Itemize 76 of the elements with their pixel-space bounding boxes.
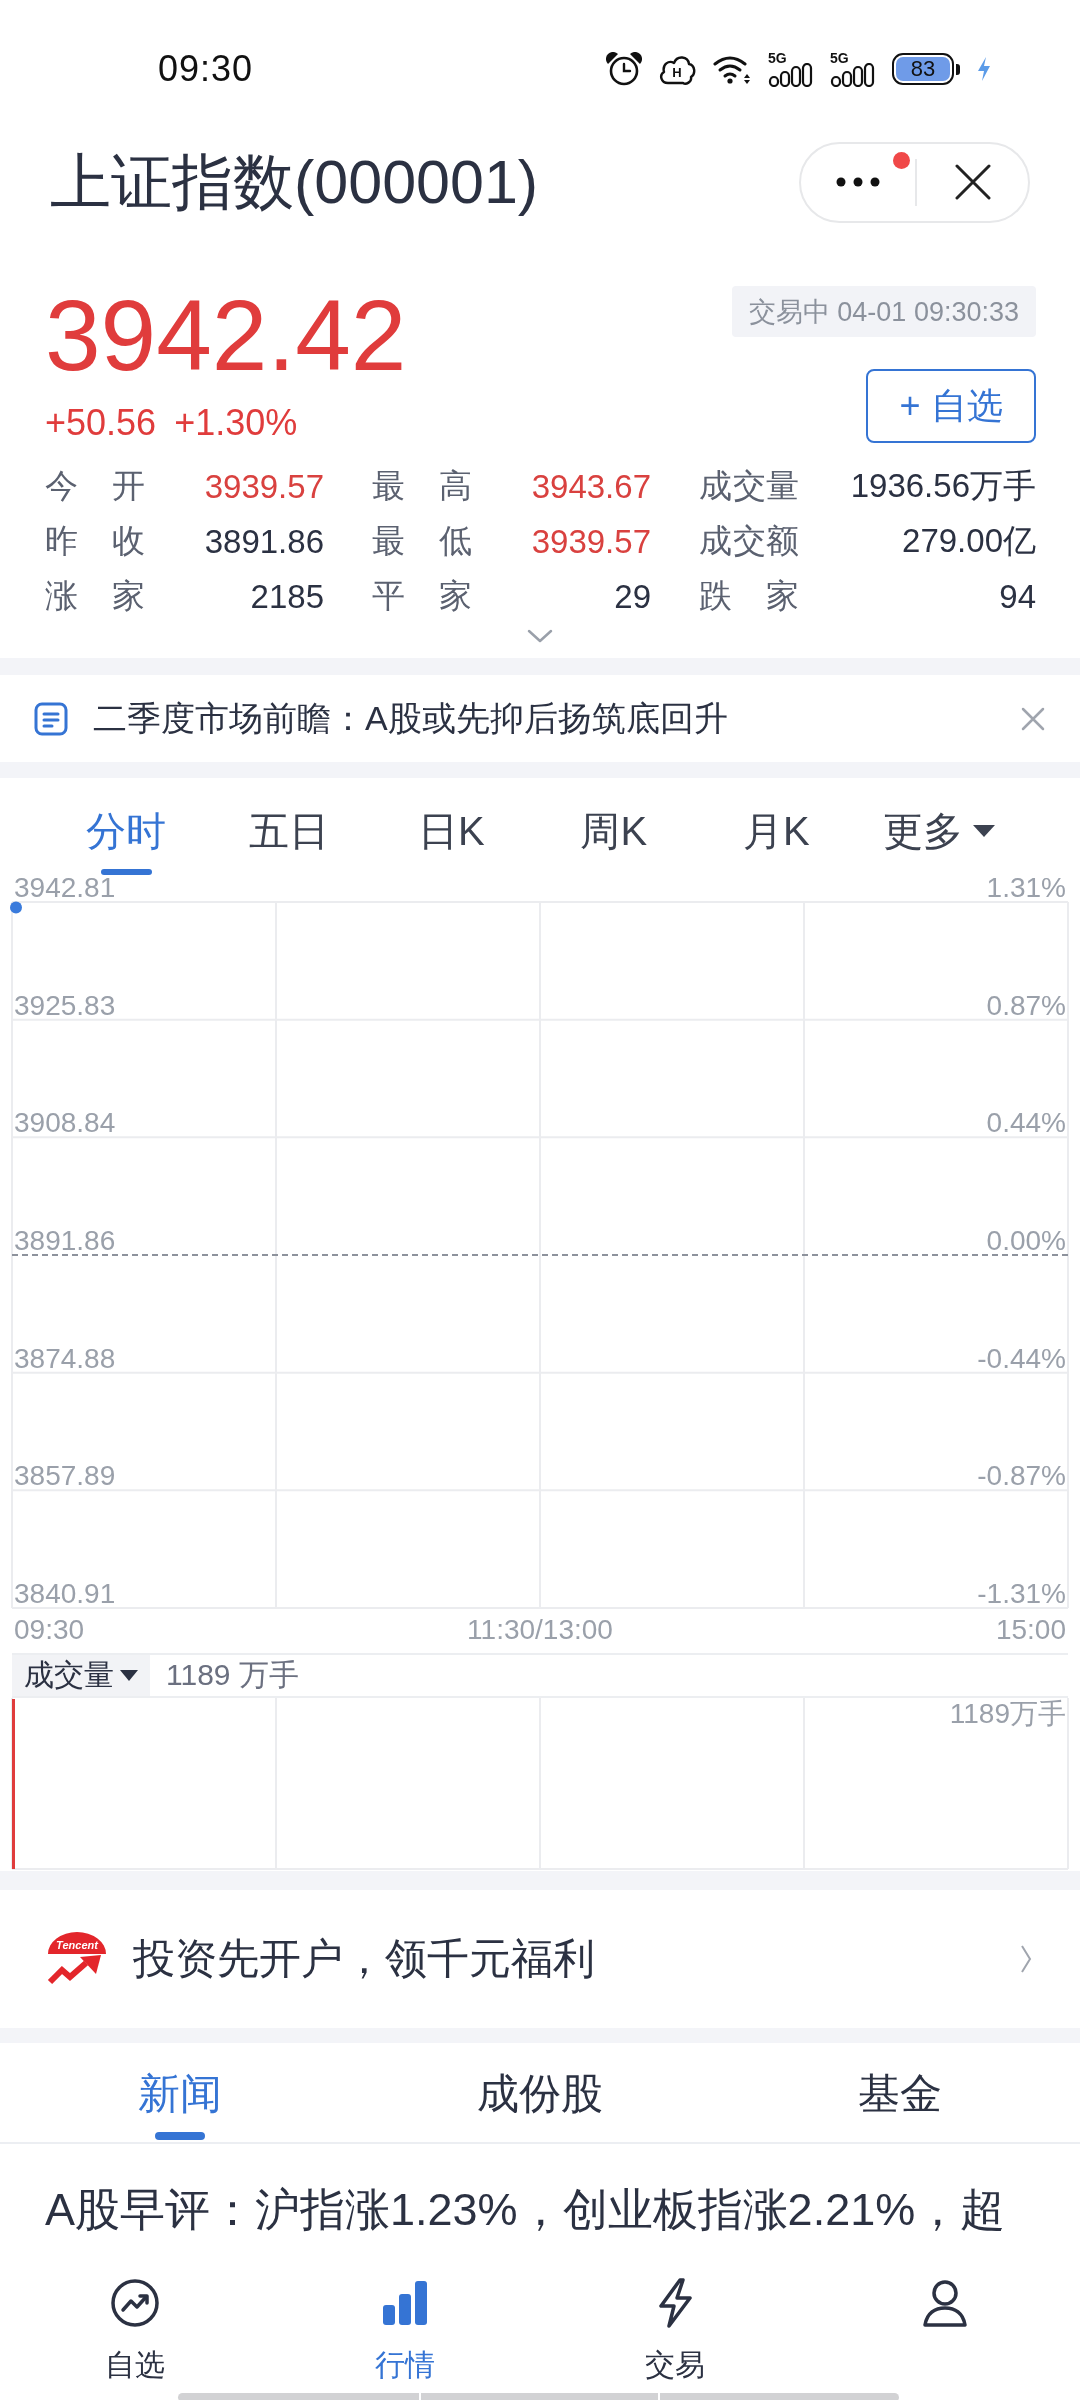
- nav-tab[interactable]: 交易: [645, 2277, 705, 2383]
- nav-tab[interactable]: 自选: [105, 2277, 165, 2383]
- news-tab[interactable]: 新闻: [138, 2068, 222, 2120]
- time-axis-label: 09:30: [14, 1614, 85, 1645]
- indicator-dropdown[interactable]: 成交量: [12, 1655, 150, 1696]
- stat-value: 29: [613, 577, 651, 616]
- percent-axis-label: -0.87%: [977, 1460, 1066, 1492]
- price-axis-label: 3840.91: [14, 1578, 116, 1609]
- price-axis-label: 3891.86: [14, 1225, 116, 1256]
- price-change: +50.56: [45, 403, 157, 443]
- stat-value: 3943.67: [530, 467, 651, 506]
- chart-tab[interactable]: 五日: [248, 807, 329, 855]
- status-time: 09:30: [158, 48, 254, 90]
- volume-reading: 1189 万手: [166, 1657, 299, 1693]
- chart-tab[interactable]: 日K: [417, 807, 485, 855]
- price-axis-label: 3925.83: [14, 989, 116, 1021]
- document-icon: [34, 701, 68, 736]
- stat-label: 最 高: [372, 466, 472, 506]
- stat-value: 1936.56万手: [849, 466, 1036, 506]
- news-headline[interactable]: A股早评：沪指涨1.23%，创业板指涨2.21%，超: [45, 2180, 1006, 2240]
- stat-label: 今 开: [45, 466, 145, 506]
- stat-value: 279.00亿: [901, 521, 1036, 561]
- signal-bars-icon: [830, 63, 876, 87]
- chart-tab[interactable]: 月K: [742, 807, 810, 855]
- percent-axis-label: 1.31%: [986, 876, 1066, 903]
- index-price: 3942.42: [45, 285, 407, 385]
- nav-tab[interactable]: 行情: [375, 2277, 435, 2383]
- price-axis-label: 3857.89: [14, 1460, 116, 1492]
- charging-bolt-icon: [976, 57, 992, 81]
- stat-label: 跌 家: [699, 576, 799, 616]
- close-icon: [954, 164, 991, 200]
- time-axis-label: 15:00: [995, 1614, 1066, 1645]
- caret-down-icon: [120, 1670, 138, 1681]
- stat-value: 3939.57: [530, 522, 651, 561]
- trend-circle-icon: [109, 2277, 161, 2329]
- news-tab[interactable]: 基金: [858, 2068, 942, 2120]
- add-watchlist-button[interactable]: + 自选: [866, 369, 1036, 443]
- promo-text[interactable]: 投资先开户，领千元福利: [133, 1931, 595, 1987]
- volume-scale-label: 1189万手: [949, 1698, 1066, 1729]
- battery-indicator: 83: [892, 53, 960, 85]
- price-point: [10, 901, 22, 914]
- stat-label: 最 低: [372, 521, 472, 561]
- price-axis-label: 3908.84: [14, 1107, 116, 1139]
- news-tab[interactable]: 成份股: [477, 2068, 603, 2120]
- chart-tab[interactable]: 周K: [580, 807, 648, 855]
- signal-bars-icon: [768, 63, 814, 87]
- percent-axis-label: -0.44%: [977, 1342, 1066, 1374]
- expand-chevron-icon[interactable]: [527, 629, 553, 643]
- percent-axis-label: 0.87%: [986, 989, 1066, 1021]
- network-type-label: 5G: [830, 51, 849, 65]
- percent-axis-label: -1.31%: [977, 1578, 1066, 1609]
- stat-value: 2185: [249, 577, 324, 616]
- alarm-clock-icon: [606, 52, 642, 86]
- trading-status-tag: 交易中 04-01 09:30:33: [731, 286, 1036, 337]
- percent-axis-label: 0.44%: [986, 1107, 1066, 1139]
- network-type-label: 5G: [768, 51, 787, 65]
- chart-tab[interactable]: 分时: [86, 807, 167, 855]
- percent-change: +1.30%: [174, 403, 298, 443]
- stat-label: 平 家: [372, 576, 472, 616]
- stat-label: 成交量: [699, 466, 799, 506]
- stat-label: 涨 家: [45, 576, 145, 616]
- price-axis-label: 3874.88: [14, 1342, 116, 1374]
- chart-tab[interactable]: 更多: [882, 807, 995, 855]
- stat-label: 成交额: [699, 521, 799, 561]
- tab-underline: [100, 869, 152, 875]
- more-icon: [836, 177, 880, 187]
- stat-value: 94: [998, 577, 1036, 616]
- stat-value: 3891.86: [203, 522, 324, 561]
- tab-underline: [155, 2132, 205, 2140]
- time-axis-label: 11:30/13:00: [467, 1614, 613, 1645]
- notice-text[interactable]: 二季度市场前瞻：A股或先抑后扬筑底回升: [93, 695, 728, 742]
- stat-label: 昨 收: [45, 521, 145, 561]
- percent-axis-label: 0.00%: [986, 1225, 1066, 1256]
- stat-value: 3939.57: [203, 467, 324, 506]
- price-axis-label: 3942.81: [14, 876, 116, 903]
- caret-down-icon: [972, 825, 995, 837]
